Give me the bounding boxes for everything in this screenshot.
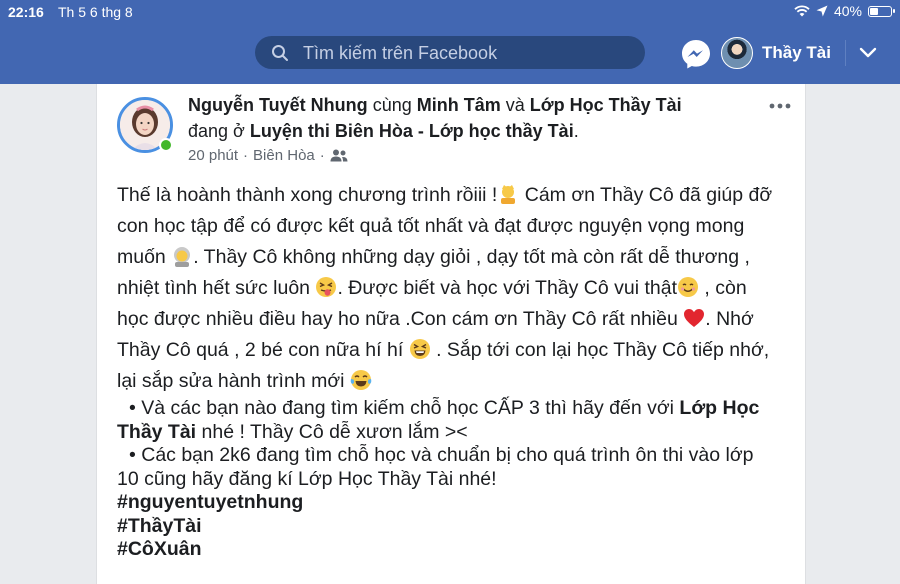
bullet-item-1: • Và các bạn nào đang tìm kiếm chỗ học C…: [117, 397, 759, 419]
post-timestamp[interactable]: 20 phút: [188, 147, 238, 164]
post-card: Nguyễn Tuyết Nhung cùng Minh Tâm và Lớp …: [96, 84, 806, 584]
top-navigation-bar: 22:16 Th 5 6 thg 8 40% Thầy Tài: [0, 0, 900, 84]
battery-percentage: 40%: [833, 3, 862, 19]
hashtags: #nguyentuyetnhung #ThầyTài #CôXuân: [117, 491, 797, 562]
messenger-icon[interactable]: [680, 38, 712, 70]
text-line: nhé ! Thầy Cô dễ xươn lắm ><: [196, 420, 468, 443]
profile-avatar[interactable]: [721, 37, 753, 69]
status-time: 22:16: [8, 4, 44, 20]
post-meta: 20 phút · Biên Hòa ·: [188, 147, 348, 164]
battery-level: [870, 7, 878, 15]
person-bowing-emoji-icon: [501, 185, 516, 204]
post-header-line1: Nguyễn Tuyết Nhung cùng Minh Tâm và Lớp …: [188, 95, 682, 116]
post-body: Thế là hoành thành xong chương trình rồi…: [117, 180, 797, 562]
class-name-bold: Lớp Học: [679, 397, 760, 419]
text-line: con học tập để có được kết quả tốt nhất …: [117, 215, 745, 237]
tears-of-joy-emoji-icon: [350, 370, 372, 390]
person-emoji-icon: [174, 247, 191, 267]
text-line: • Các bạn 2k6 đang tìm chỗ học và chuẩn …: [129, 444, 754, 466]
battery-icon: [868, 5, 895, 17]
checkin-place[interactable]: Luyện thi Biên Hòa - Lớp học thầy Tài: [250, 121, 574, 141]
status-bar: 22:16 Th 5 6 thg 8 40%: [0, 0, 900, 24]
with-text: cùng: [372, 95, 412, 115]
meta-separator: ·: [243, 147, 249, 164]
text-line: • Và các bạn nào đang tìm kiếm chỗ học C…: [129, 397, 674, 419]
bullet-list: • Và các bạn nào đang tìm kiếm chỗ học C…: [117, 397, 797, 491]
hashtag-link[interactable]: #CôXuân: [117, 538, 202, 560]
meta-separator-2: ·: [319, 147, 325, 164]
header-period: .: [573, 121, 579, 141]
and-text: và: [505, 95, 525, 115]
text-line: lại sắp sửa hành trình mới: [117, 370, 345, 392]
wifi-icon: [794, 5, 810, 17]
text-line: nhiệt tình hết sức luôn: [117, 277, 311, 299]
smiling-face-emoji-icon: [678, 277, 699, 297]
text-line: . Nhớ: [705, 308, 754, 330]
class-name-bold-2: Thầy Tài: [117, 420, 197, 443]
tagged-person-2[interactable]: Lớp Học Thầy Tài: [530, 95, 682, 115]
post-location[interactable]: Biên Hòa: [253, 147, 315, 164]
hashtag-link[interactable]: #nguyentuyetnhung: [117, 491, 303, 513]
text-line: Thế là hoành thành xong chương trình rồi…: [117, 184, 498, 206]
location-arrow-icon: [816, 5, 828, 17]
text-line: muốn: [117, 246, 166, 268]
red-heart-emoji-icon: [684, 309, 705, 327]
status-date: Th 5 6 thg 8: [58, 4, 133, 20]
divider: [845, 40, 846, 66]
text-line: Cám ơn Thầy Cô đã giúp đỡ: [519, 184, 773, 206]
text-line: . Được biết và học với Thầy Cô vui thật: [337, 277, 678, 299]
post-header-line2: đang ở Luyện thi Biên Hòa - Lớp học thầy…: [188, 121, 579, 142]
hashtag-link[interactable]: #ThầyTài: [117, 515, 202, 537]
status-indicators: 40%: [794, 3, 895, 19]
text-line: Thầy Cô quá , 2 bé con nữa hí hí: [117, 339, 404, 361]
author-name[interactable]: Nguyễn Tuyết Nhung: [188, 95, 368, 115]
search-icon: [272, 45, 288, 61]
text-line: , còn: [699, 277, 747, 299]
text-line: học được nhiều điều hay ho nữa .Con cám …: [117, 308, 678, 330]
bullet-item-2: • Các bạn 2k6 đang tìm chỗ học và chuẩn …: [117, 444, 754, 466]
text-line: 10 cũng hãy đăng kí Lớp Học Thầy Tài nhé…: [117, 467, 497, 490]
at-text: đang ở: [188, 121, 245, 141]
search-input[interactable]: [301, 36, 635, 71]
more-options-icon[interactable]: [769, 102, 791, 110]
tagged-person-1[interactable]: Minh Tâm: [417, 95, 501, 115]
friends-audience-icon[interactable]: [330, 149, 348, 162]
online-status-dot: [159, 138, 173, 152]
text-line: . Thầy Cô không những dạy giỏi , dạy tốt…: [193, 246, 750, 268]
text-line: . Sắp tới con lại học Thầy Cô tiếp nhớ,: [430, 339, 770, 361]
search-bar[interactable]: [255, 36, 645, 71]
profile-name[interactable]: Thầy Tài: [762, 43, 831, 63]
chevron-down-icon[interactable]: [858, 44, 878, 60]
squinting-laugh-emoji-icon: [409, 339, 430, 359]
tongue-out-emoji-icon: [316, 277, 337, 297]
post-text: Thế là hoành thành xong chương trình rồi…: [117, 180, 797, 397]
